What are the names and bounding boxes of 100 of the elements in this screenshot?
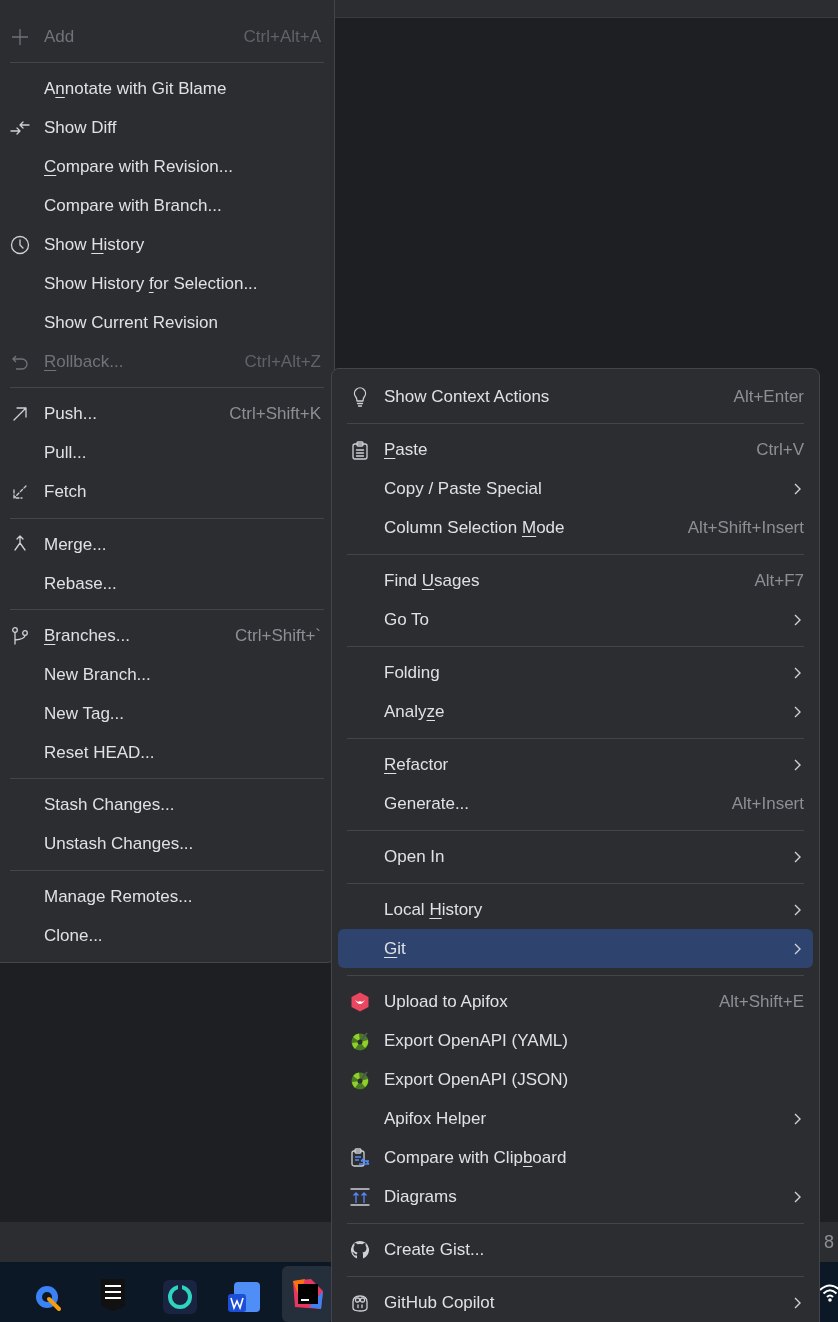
chevron-right-icon xyxy=(792,849,802,864)
menu-item[interactable]: Show History xyxy=(0,225,334,265)
menu-item[interactable]: Show Diff xyxy=(0,108,334,148)
menu-item-label: Column Selection Mode xyxy=(384,516,565,539)
menu-item[interactable]: Show Current Revision xyxy=(0,303,334,343)
menu-item[interactable]: Fetch xyxy=(0,472,334,512)
menu-item-label: Folding xyxy=(384,661,440,684)
menu-item-label: Clone... xyxy=(44,924,103,947)
chevron-right-icon xyxy=(792,941,802,956)
clock-icon xyxy=(10,234,30,255)
menu-item[interactable]: Show Context Actions Alt+Enter xyxy=(338,377,813,416)
menu-item-label: Compare with Branch... xyxy=(44,195,222,218)
menu-item[interactable]: Find Usages Alt+F7 xyxy=(338,561,813,600)
menu-item[interactable]: Rebase... xyxy=(0,564,334,603)
menu-item-label: Create Gist... xyxy=(384,1238,485,1261)
menu-item-label: Compare with Clipboard xyxy=(384,1146,567,1169)
menu-item-label: Rebase... xyxy=(44,572,117,595)
menu-item-label: Generate... xyxy=(384,792,470,815)
menu-item[interactable]: Refactor xyxy=(338,745,813,784)
taskbar-button[interactable] xyxy=(282,1266,334,1322)
menu-item[interactable]: Create Gist... xyxy=(338,1230,813,1269)
shortcut-text: Alt+F7 xyxy=(754,569,804,592)
menu-item-label: Paste xyxy=(384,438,428,461)
menu-item-label: GitHub Copilot xyxy=(384,1291,495,1314)
shield-icon[interactable] xyxy=(100,1278,126,1312)
wheel-logo-icon xyxy=(350,1069,370,1090)
menu-item-label: Branches... xyxy=(44,625,130,648)
menu-item-label: Stash Changes... xyxy=(44,794,175,817)
menu-item[interactable]: Go To xyxy=(338,600,813,639)
menu-item-label: Push... xyxy=(44,403,97,426)
menu-item-label: Manage Remotes... xyxy=(44,885,193,908)
menu-item[interactable]: Clone... xyxy=(0,915,334,955)
ring-icon[interactable] xyxy=(163,1280,197,1314)
menu-item[interactable]: Open In xyxy=(338,837,813,876)
menu-item[interactable]: Merge... xyxy=(0,525,334,564)
menu-item-label: Add xyxy=(44,25,75,48)
menu-item-label: Copy / Paste Special xyxy=(384,477,542,500)
menu-item[interactable]: Branches... Ctrl+Shift+` xyxy=(0,616,334,656)
menu-item-label: Reset HEAD... xyxy=(44,742,155,765)
menu-item-label: Show Diff xyxy=(44,117,117,140)
up-arrows-icon xyxy=(350,1186,370,1207)
menu-item-label: Export OpenAPI (YAML) xyxy=(384,1029,568,1052)
chevron-right-icon xyxy=(792,1189,802,1204)
menu-item-label: Unstash Changes... xyxy=(44,833,194,856)
shortcut-text: Ctrl+Alt+A xyxy=(243,25,321,48)
menu-item[interactable]: Upload to Apifox Alt+Shift+E xyxy=(338,982,813,1021)
menu-item[interactable]: Stash Changes... xyxy=(0,785,334,825)
menu-item[interactable]: Export OpenAPI (YAML) xyxy=(338,1021,813,1060)
chevron-right-icon xyxy=(792,665,802,680)
chevron-right-icon xyxy=(792,612,802,627)
menu-item-label: Show Context Actions xyxy=(384,385,550,408)
hexagon-logo-icon xyxy=(350,991,370,1012)
menu-item-label: Diagrams xyxy=(384,1185,457,1208)
menu-item[interactable]: Local History xyxy=(338,890,813,929)
menu-item[interactable]: Annotate with Git Blame xyxy=(0,69,334,109)
clipboard-arrows-icon xyxy=(350,1147,370,1168)
menu-item[interactable]: Paste Ctrl+V xyxy=(338,430,813,469)
menu-item-label: New Tag... xyxy=(44,703,124,726)
menu-item[interactable]: Analyze xyxy=(338,692,813,731)
menu-item[interactable]: Export OpenAPI (JSON) xyxy=(338,1060,813,1099)
clipboard-icon xyxy=(350,439,370,460)
menu-item[interactable]: New Tag... xyxy=(0,694,334,734)
menu-item[interactable]: Git xyxy=(338,929,813,968)
menu-item[interactable]: Apifox Helper xyxy=(338,1099,813,1138)
shortcut-text: Alt+Enter xyxy=(733,385,804,408)
plus-icon xyxy=(10,26,30,47)
menu-item[interactable]: Push... Ctrl+Shift+K xyxy=(0,394,334,434)
menu-item-label: Show Current Revision xyxy=(44,312,218,335)
menu-item-label: Upload to Apifox xyxy=(384,990,508,1013)
chevron-right-icon xyxy=(792,481,802,496)
menu-item-label: Merge... xyxy=(44,533,107,556)
menu-item[interactable]: Manage Remotes... xyxy=(0,876,334,916)
menu-item[interactable]: Folding xyxy=(338,653,813,692)
menu-item[interactable]: Unstash Changes... xyxy=(0,824,334,864)
shortcut-text: Alt+Shift+E xyxy=(718,990,804,1013)
menu-item[interactable]: Column Selection Mode Alt+Shift+Insert xyxy=(338,508,813,547)
menu-item-label: Go To xyxy=(384,608,430,631)
wheel-logo-icon xyxy=(350,1030,370,1051)
menu-item-label: Git xyxy=(384,937,406,960)
menu-item[interactable]: New Branch... xyxy=(0,655,334,695)
chevron-right-icon xyxy=(792,1295,802,1310)
menu-item[interactable]: Copy / Paste Special xyxy=(338,469,813,508)
menu-item[interactable]: Pull... xyxy=(0,433,334,473)
menu-item-label: Export OpenAPI (JSON) xyxy=(384,1068,569,1091)
status-text: 8 xyxy=(824,1230,834,1254)
menu-item-label: Show History for Selection... xyxy=(44,273,258,296)
wifi-icon[interactable] xyxy=(818,1282,838,1304)
menu-item-label: Open In xyxy=(384,845,445,868)
menu-item[interactable]: Show History for Selection... xyxy=(0,264,334,304)
menu-item[interactable]: GitHub Copilot xyxy=(338,1283,813,1322)
shortcut-text: Alt+Shift+Insert xyxy=(687,516,804,539)
menu-item[interactable]: Diagrams xyxy=(338,1177,813,1216)
menu-item[interactable]: Reset HEAD... xyxy=(0,733,334,773)
menu-item-label: Analyze xyxy=(384,700,445,723)
menu-item[interactable]: Compare with Clipboard xyxy=(338,1138,813,1177)
menu-item[interactable]: Generate... Alt+Insert xyxy=(338,784,813,823)
chevron-right-icon xyxy=(792,704,802,719)
menu-item[interactable]: Compare with Branch... xyxy=(0,186,334,226)
branch-icon xyxy=(10,625,30,646)
menu-item[interactable]: Compare with Revision... xyxy=(0,147,334,187)
